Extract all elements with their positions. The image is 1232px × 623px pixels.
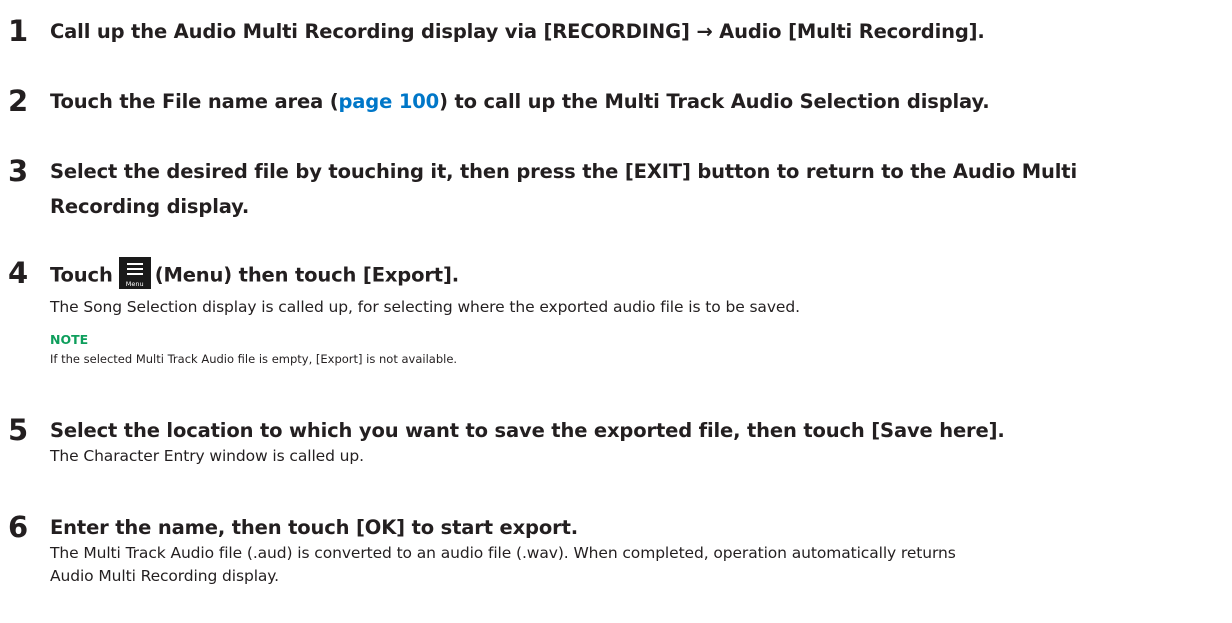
step-title: Call up the Audio Multi Recording displa…: [50, 20, 985, 43]
step-title: Touch the File name area (page 100) to c…: [50, 90, 990, 114]
step-number: 5: [8, 413, 29, 447]
step-title: Select the desired file by touching it, …: [50, 160, 1077, 219]
step-number: 1: [8, 14, 29, 48]
step-title-text: Touch the File name area (: [50, 90, 339, 113]
step-description: The Multi Track Audio file (.aud) is con…: [50, 544, 956, 562]
step-title-line: Select the desired file by touching it, …: [50, 160, 1078, 183]
step-number: 6: [8, 510, 29, 544]
step-number: 4: [8, 256, 29, 290]
step-number: 2: [8, 84, 29, 118]
page-link[interactable]: page 100: [338, 90, 439, 113]
note-text: If the selected Multi Track Audio file i…: [50, 352, 458, 366]
step-title: Select the location to which you want to…: [50, 419, 1005, 442]
step-description: The Song Selection display is called up,…: [50, 298, 800, 316]
menu-icon-caption: Menu: [125, 280, 144, 288]
step-title: Touch Menu (Menu) then touch [Export].: [50, 257, 460, 292]
step-title-line: Recording display.: [50, 195, 250, 218]
menu-icon: Menu: [118, 257, 151, 289]
step-title-text: ) to call up the Multi Track Audio Selec…: [439, 90, 990, 113]
note-label: NOTE: [50, 332, 89, 347]
step-title-text: Touch: [50, 263, 113, 287]
step-description: The Character Entry window is called up.: [50, 447, 364, 465]
step-description: Audio Multi Recording display.: [50, 567, 280, 585]
step-title: Enter the name, then touch [OK] to start…: [50, 516, 579, 539]
step-number: 3: [8, 154, 29, 188]
step-title-text: (Menu) then touch [Export].: [154, 263, 460, 287]
